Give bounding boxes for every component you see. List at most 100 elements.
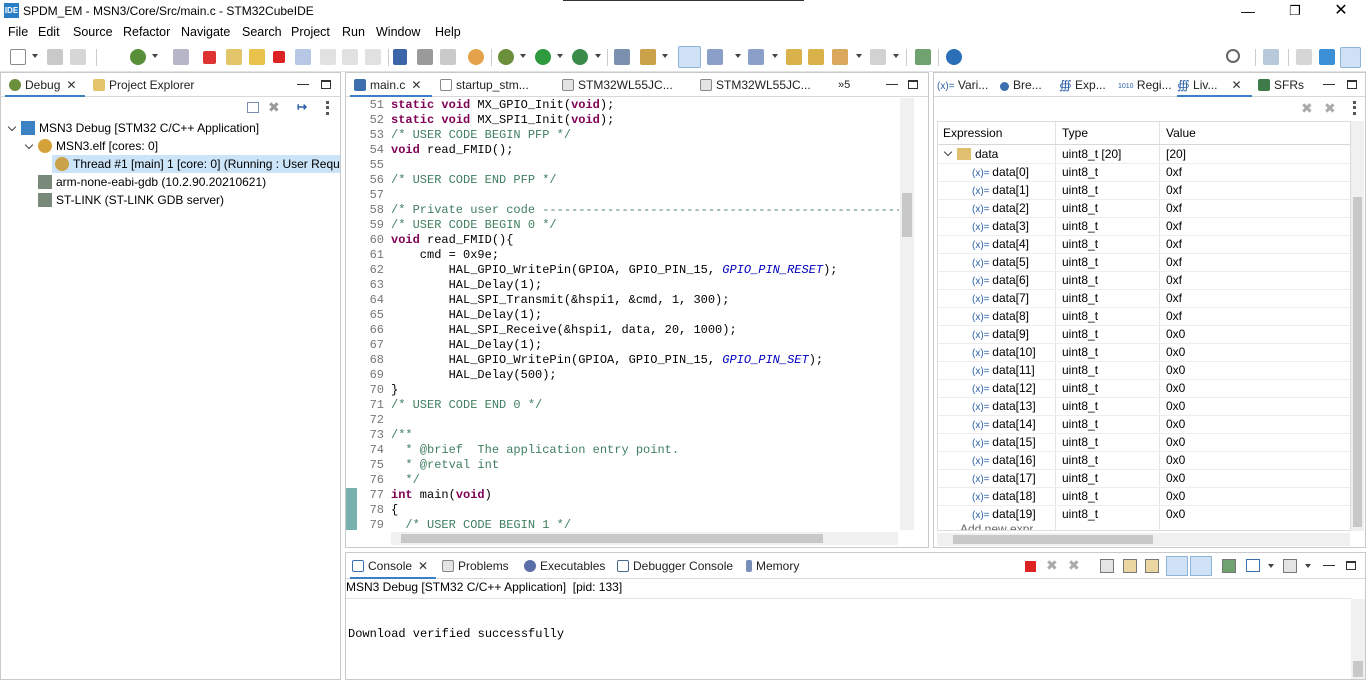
restore-window-button[interactable]: ❐: [1280, 2, 1310, 20]
debug-perspective-icon[interactable]: [1340, 47, 1361, 68]
expr-row[interactable]: (x)= data[17]: [972, 469, 1036, 487]
clear-console-icon[interactable]: [1100, 559, 1114, 573]
expr-row[interactable]: (x)= data[1]: [972, 181, 1029, 199]
tab-sfrs[interactable]: SFRs: [1258, 73, 1308, 97]
maximize-icon[interactable]: [908, 80, 918, 89]
toggle-mark-occurrences-icon[interactable]: [678, 46, 701, 68]
forward-dropdown-icon[interactable]: [893, 54, 899, 58]
tab-variables[interactable]: (x)= Vari...: [937, 73, 997, 97]
build-icon[interactable]: [130, 49, 146, 65]
reset-chip-icon[interactable]: [440, 49, 456, 65]
tab-live-expressions[interactable]: ∰ Liv... ✕: [1177, 73, 1252, 97]
menu-run[interactable]: Run: [342, 25, 365, 39]
prev-annotation-icon[interactable]: [748, 49, 764, 65]
close-icon[interactable]: ✕: [1231, 73, 1241, 97]
device-config-perspective-icon[interactable]: [1319, 49, 1335, 65]
terminate-relaunch-icon[interactable]: [203, 51, 216, 64]
menu-search[interactable]: Search: [242, 25, 282, 39]
expr-row[interactable]: (x)= data[16]: [972, 451, 1036, 469]
tab-registers[interactable]: 1010 Regi...: [1118, 73, 1180, 97]
tab-stm32-1[interactable]: STM32WL55JC...: [562, 73, 692, 97]
expr-value[interactable]: 0xf: [1166, 199, 1182, 217]
menu-window[interactable]: Window: [376, 25, 420, 39]
expr-row[interactable]: (x)= data[13]: [972, 397, 1036, 415]
expr-value[interactable]: [20]: [1166, 145, 1186, 163]
chevron-down-icon[interactable]: [7, 122, 17, 132]
tab-debugger-console[interactable]: Debugger Console: [617, 553, 741, 579]
open-console-icon[interactable]: [1283, 559, 1297, 573]
back-edit-icon[interactable]: [808, 49, 824, 65]
expr-row[interactable]: (x)= data[5]: [972, 253, 1029, 271]
close-icon[interactable]: ✕: [418, 553, 428, 579]
expr-row[interactable]: (x)= data[12]: [972, 379, 1036, 397]
column-value[interactable]: Value: [1166, 124, 1196, 142]
external-tools-dropdown-icon[interactable]: [595, 54, 601, 58]
show-console-on-stderr-icon[interactable]: [1190, 556, 1212, 576]
tab-expressions[interactable]: ∰ Exp...: [1059, 73, 1119, 97]
open-type-icon[interactable]: [614, 49, 630, 65]
expr-value[interactable]: 0x0: [1166, 505, 1185, 523]
scrollbar-thumb[interactable]: [1353, 661, 1363, 677]
expr-value[interactable]: 0xf: [1166, 217, 1182, 235]
menu-project[interactable]: Project: [291, 25, 330, 39]
expr-value[interactable]: 0x0: [1166, 343, 1185, 361]
column-expression[interactable]: Expression: [943, 124, 1002, 142]
expr-row[interactable]: (x)= data[3]: [972, 217, 1029, 235]
menu-file[interactable]: File: [8, 25, 28, 39]
expr-row[interactable]: (x)= data[6]: [972, 271, 1029, 289]
expr-row[interactable]: (x)= data[4]: [972, 235, 1029, 253]
expr-row[interactable]: (x)= data[14]: [972, 415, 1036, 433]
expr-row[interactable]: (x)= data[8]: [972, 307, 1029, 325]
search-dropdown-icon[interactable]: [662, 54, 668, 58]
build-dropdown-icon[interactable]: [152, 54, 158, 58]
step-filter-icon[interactable]: ↦: [297, 100, 311, 114]
back-dropdown-icon[interactable]: [856, 54, 862, 58]
expr-row[interactable]: (x)= data[18]: [972, 487, 1036, 505]
tab-project-explorer[interactable]: Project Explorer: [91, 73, 231, 97]
maximize-icon[interactable]: [1347, 80, 1357, 89]
expr-row[interactable]: (x)= data[9]: [972, 325, 1029, 343]
expr-value[interactable]: 0x0: [1166, 487, 1185, 505]
scrollbar-thumb[interactable]: [1353, 197, 1362, 527]
menu-edit[interactable]: Edit: [38, 25, 60, 39]
tab-problems[interactable]: Problems: [442, 553, 522, 579]
expr-row[interactable]: (x)= data[0]: [972, 163, 1029, 181]
tab-executables[interactable]: Executables: [524, 553, 616, 579]
instruction-stepping-icon[interactable]: [393, 49, 407, 65]
chevron-down-icon[interactable]: [943, 147, 953, 157]
view-menu-icon[interactable]: [326, 101, 330, 115]
tree-node-thread[interactable]: Thread #1 [main] 1 [core: 0] (Running : …: [52, 155, 340, 173]
expr-value[interactable]: 0x0: [1166, 433, 1185, 451]
expr-value[interactable]: 0x0: [1166, 469, 1185, 487]
expr-row[interactable]: (x)= data[15]: [972, 433, 1036, 451]
terminate-icon[interactable]: [273, 51, 285, 63]
tab-stm32-2[interactable]: STM32WL55JC...: [700, 73, 830, 97]
remove-terminated-icon[interactable]: ✖: [268, 100, 283, 114]
scrollbar-thumb[interactable]: [902, 193, 912, 237]
scroll-lock-icon[interactable]: [1123, 559, 1137, 573]
display-console-icon[interactable]: [1246, 559, 1260, 572]
tree-node-launch[interactable]: MSN3 Debug [STM32 C/C++ Application]: [21, 119, 259, 137]
search-tools-icon[interactable]: [640, 49, 656, 65]
collapse-all-icon[interactable]: [247, 102, 259, 113]
expr-value[interactable]: 0x0: [1166, 379, 1185, 397]
step-over-icon[interactable]: [342, 49, 358, 65]
tab-breakpoints[interactable]: Bre...: [1000, 73, 1060, 97]
minimize-icon[interactable]: [886, 84, 898, 85]
expr-row[interactable]: (x)= data[10]: [972, 343, 1036, 361]
tab-memory[interactable]: Memory: [746, 553, 816, 579]
expr-row-data[interactable]: data: [957, 145, 998, 163]
editor-horizontal-scrollbar[interactable]: [391, 532, 898, 545]
expr-value[interactable]: 0xf: [1166, 163, 1182, 181]
new-icon[interactable]: [10, 49, 26, 65]
expr-value[interactable]: 0x0: [1166, 451, 1185, 469]
terminate-icon[interactable]: [1025, 561, 1036, 572]
minimize-icon[interactable]: [1323, 84, 1335, 85]
run-icon[interactable]: [535, 49, 551, 65]
expr-row[interactable]: (x)= data[11]: [972, 361, 1035, 379]
open-perspective-icon[interactable]: [1263, 49, 1279, 65]
expr-value[interactable]: 0xf: [1166, 253, 1182, 271]
expr-value[interactable]: 0xf: [1166, 181, 1182, 199]
debug-icon[interactable]: [498, 49, 514, 65]
scrollbar-thumb[interactable]: [953, 535, 1153, 544]
